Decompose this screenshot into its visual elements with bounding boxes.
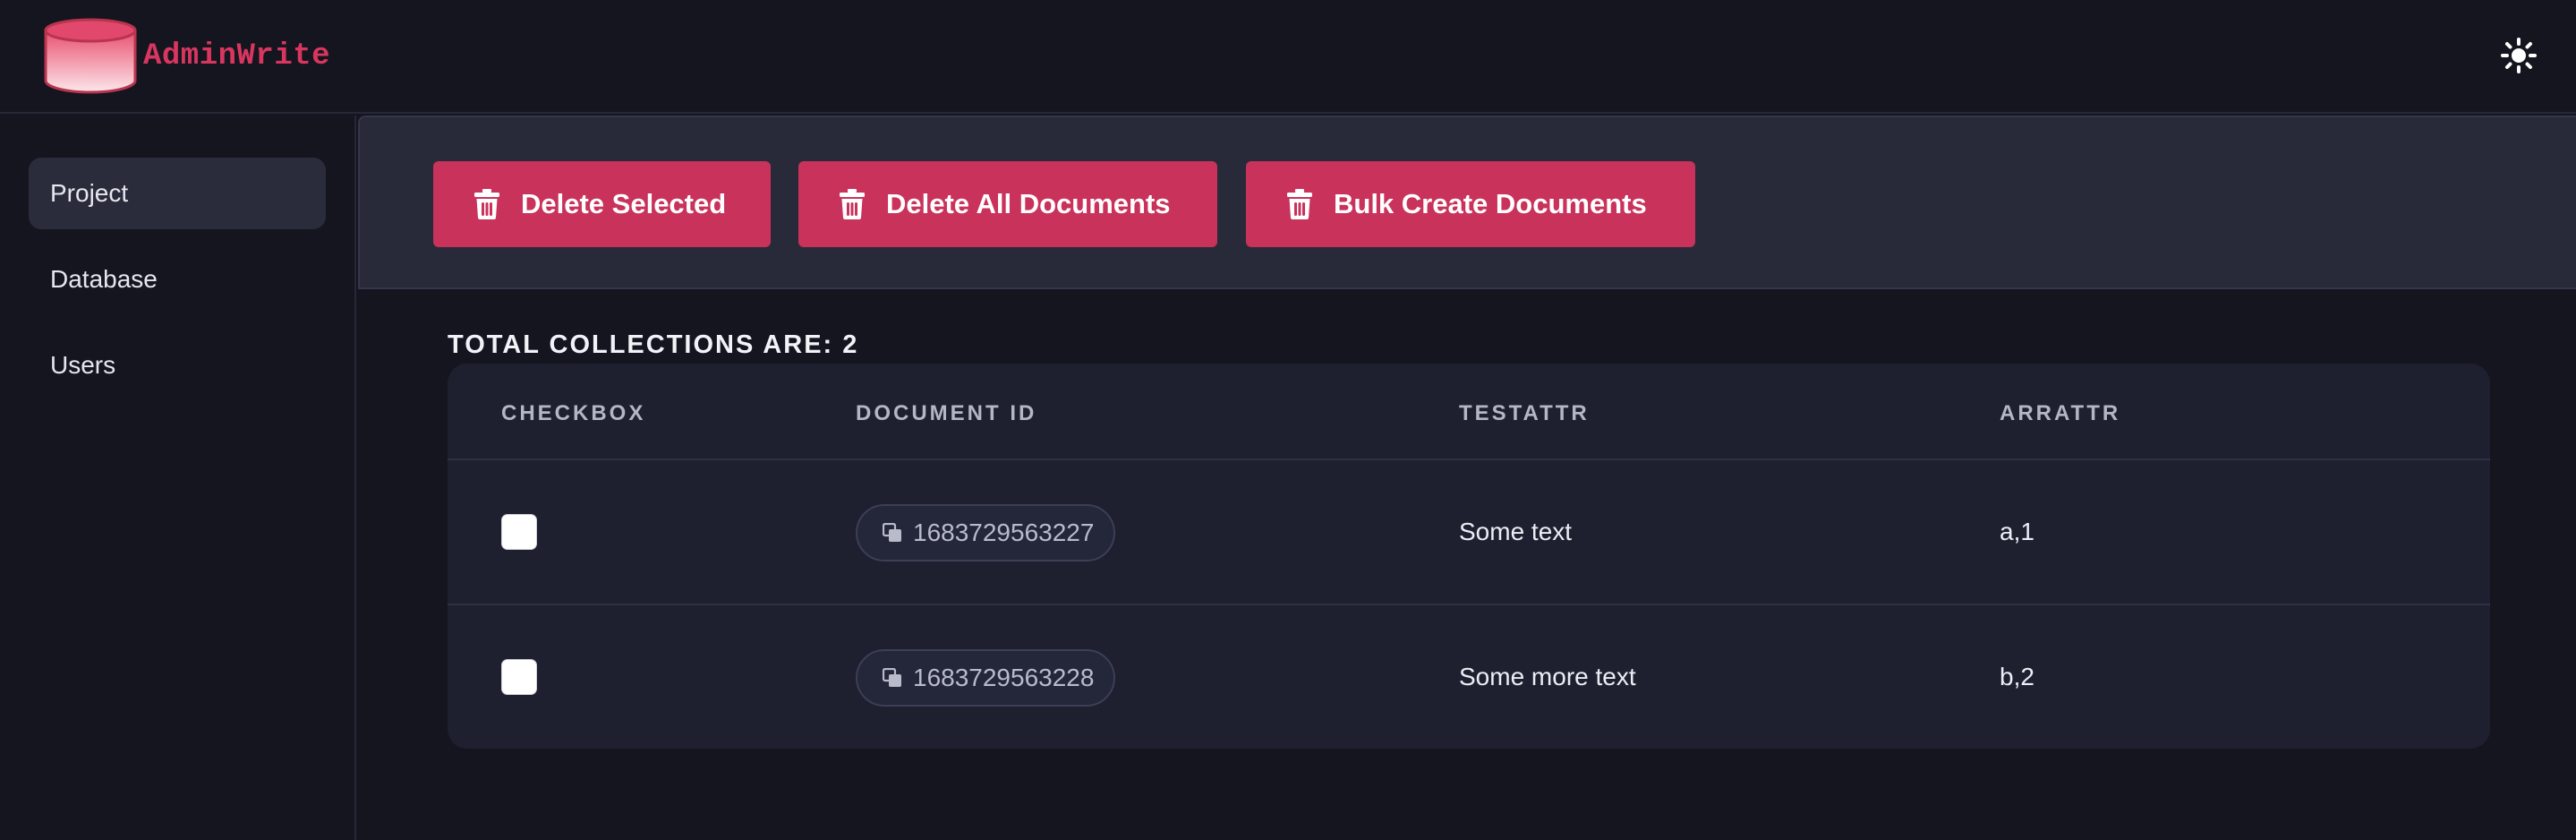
sun-icon[interactable]	[2501, 38, 2537, 73]
bulk-create-documents-button[interactable]: Bulk Create Documents	[1246, 161, 1695, 247]
delete-selected-button[interactable]: Delete Selected	[433, 161, 771, 247]
sidebar-item-label: Database	[50, 265, 158, 293]
document-id-copy-button[interactable]: 1683729563227	[856, 504, 1115, 561]
row-checkbox[interactable]	[501, 514, 537, 550]
sidebar-item-label: Project	[50, 179, 129, 207]
trash-icon	[840, 189, 865, 219]
sidebar-item-users[interactable]: Users	[29, 330, 326, 401]
trash-icon	[474, 189, 499, 219]
delete-all-documents-label: Delete All Documents	[886, 188, 1171, 219]
testattr-value: Some more text	[1459, 663, 1636, 690]
copy-icon	[883, 668, 901, 687]
document-id: 1683729563228	[913, 664, 1095, 691]
app-logo[interactable]: AdminWrite	[43, 18, 330, 95]
bulk-create-documents-label: Bulk Create Documents	[1334, 188, 1647, 219]
table-header: CHECKBOX DOCUMENT ID TESTATTR ARRATTR	[448, 364, 2490, 460]
arrattr-value: b,2	[2000, 663, 2034, 690]
sidebar-item-database[interactable]: Database	[29, 244, 326, 315]
delete-selected-label: Delete Selected	[521, 188, 727, 219]
table-row: 1683729563227 Some text a,1	[448, 460, 2490, 605]
column-header-document-id: DOCUMENT ID	[856, 401, 1037, 425]
documents-table: CHECKBOX DOCUMENT ID TESTATTR ARRATTR 16…	[448, 364, 2490, 749]
brand-name: AdminWrite	[143, 39, 331, 73]
database-logo-icon	[44, 18, 137, 94]
sidebar-item-label: Users	[50, 351, 116, 379]
copy-icon	[883, 523, 901, 542]
document-id-copy-button[interactable]: 1683729563228	[856, 649, 1115, 707]
sidebar: Project Database Users	[0, 116, 356, 840]
table-row: 1683729563228 Some more text b,2	[448, 605, 2490, 749]
top-header: AdminWrite	[0, 0, 2576, 114]
total-collections-heading: TOTAL COLLECTIONS ARE: 2	[448, 330, 859, 359]
column-header-arrattr: ARRATTR	[2000, 401, 2121, 425]
sidebar-item-project[interactable]: Project	[29, 158, 326, 229]
trash-icon	[1287, 189, 1312, 219]
testattr-value: Some text	[1459, 518, 1573, 545]
document-id: 1683729563227	[913, 519, 1095, 546]
arrattr-value: a,1	[2000, 518, 2034, 545]
column-header-checkbox: CHECKBOX	[501, 401, 646, 425]
action-toolbar: Delete Selected Delete All Documents Bul…	[358, 116, 2576, 289]
delete-all-documents-button[interactable]: Delete All Documents	[798, 161, 1217, 247]
row-checkbox[interactable]	[501, 659, 537, 695]
column-header-testattr: TESTATTR	[1459, 401, 1590, 425]
